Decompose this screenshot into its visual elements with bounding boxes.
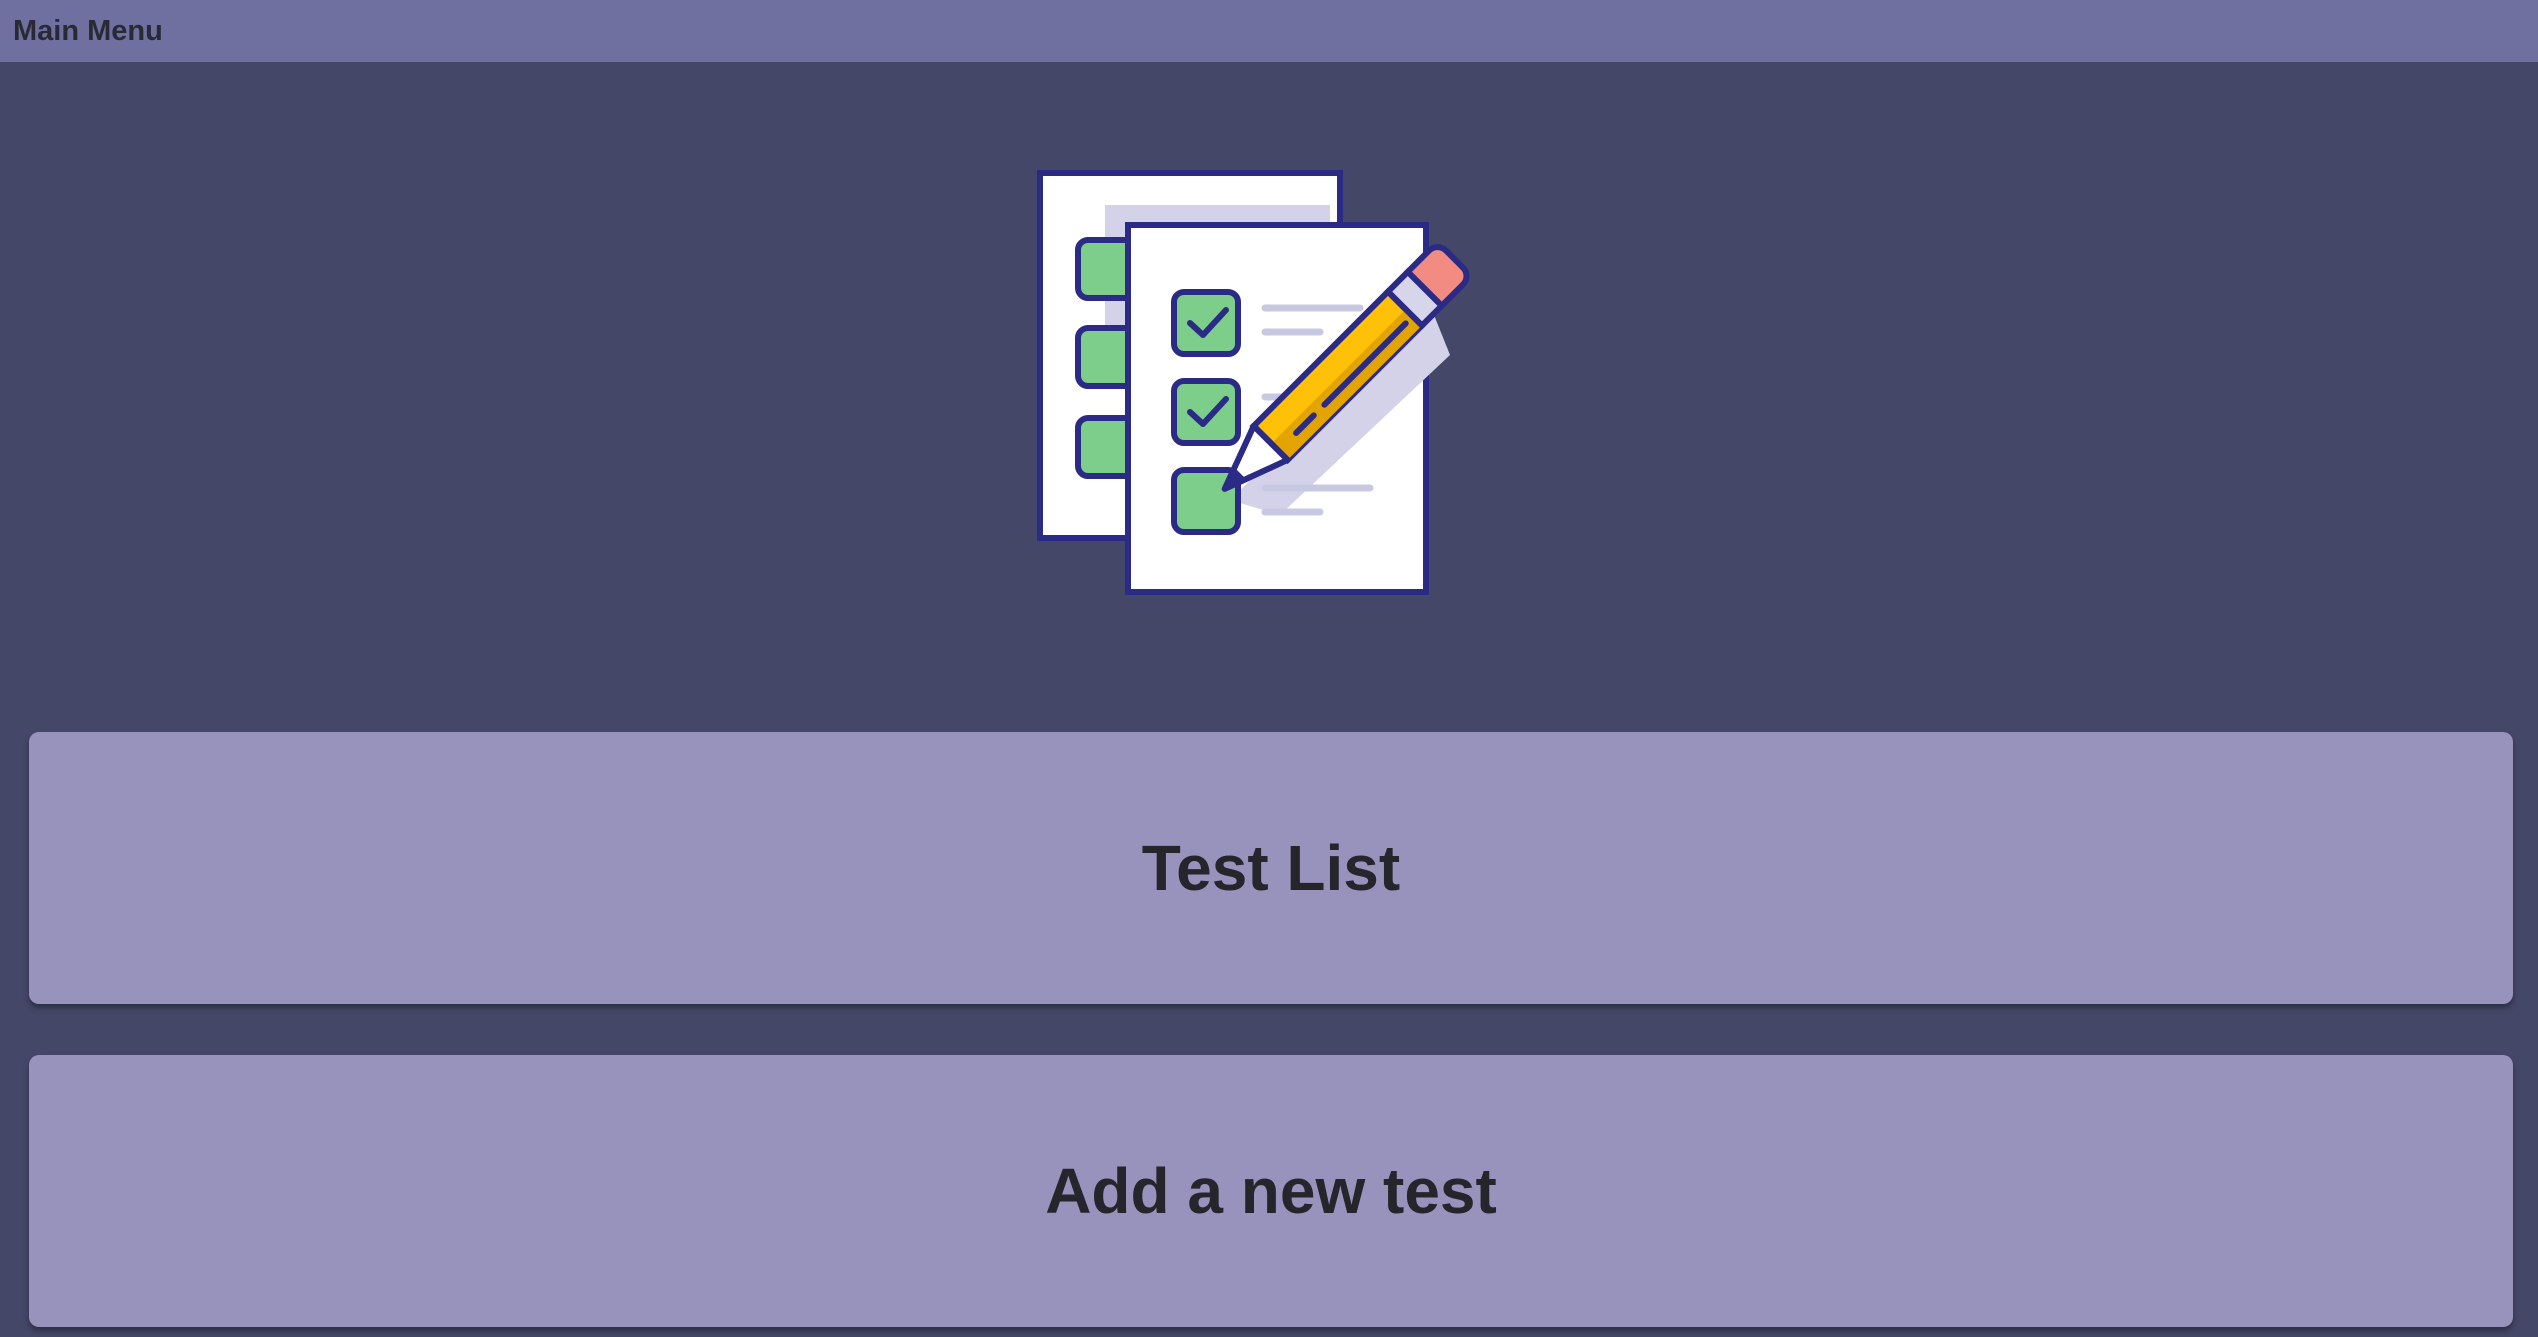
add-new-test-button[interactable]: Add a new test bbox=[29, 1055, 2513, 1327]
add-new-test-button-label: Add a new test bbox=[1045, 1155, 1497, 1227]
test-list-button-label: Test List bbox=[1141, 832, 1401, 904]
window-title: Main Menu bbox=[13, 14, 163, 47]
hero-illustration bbox=[1030, 165, 1520, 605]
app-title-bar: Main Menu bbox=[0, 0, 2538, 62]
test-list-button[interactable]: Test List bbox=[29, 732, 2513, 1004]
checklist-with-pencil-icon bbox=[1037, 170, 1470, 595]
